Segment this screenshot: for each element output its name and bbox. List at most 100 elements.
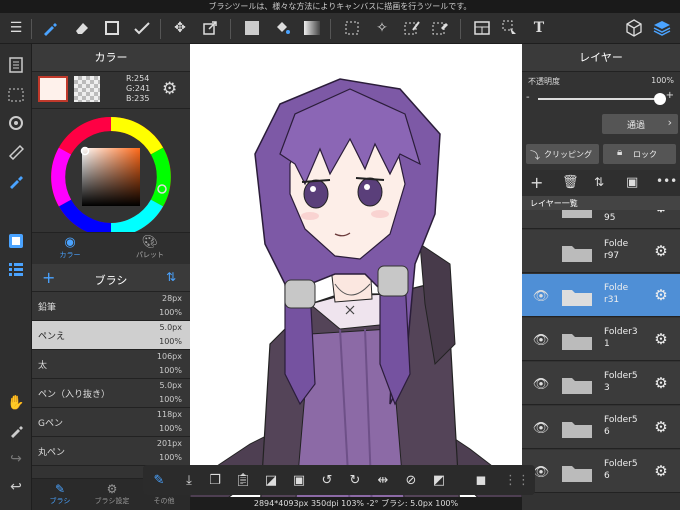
rotate-right-icon[interactable]: ↻	[345, 470, 365, 490]
selection-list-icon[interactable]	[4, 84, 28, 106]
primary-color-swatch[interactable]	[38, 76, 68, 102]
layer-name: Folde r31	[604, 283, 629, 305]
download-icon[interactable]: ⤓	[179, 470, 199, 490]
smartphone-mode-icon[interactable]: ◼	[471, 470, 491, 490]
table-row[interactable]: 👁︎ Folder5 6 ⚙	[522, 406, 680, 449]
table-row[interactable]: 👁︎ Folde r31 ⚙	[522, 274, 680, 317]
color-panel-icon[interactable]	[4, 230, 28, 252]
folder-icon	[562, 246, 592, 262]
bucket-icon[interactable]	[270, 17, 294, 39]
table-row[interactable]: 👁︎ Folder5 3 ⚙	[522, 362, 680, 405]
more-options-icon[interactable]: •••	[656, 174, 677, 188]
reorder-icon[interactable]: ⇅	[594, 175, 604, 189]
clear-icon[interactable]: ◪	[261, 470, 281, 490]
gradient-icon[interactable]	[300, 17, 324, 39]
blend-mode-select[interactable]: 通過 ›	[602, 114, 678, 134]
eyedropper-icon[interactable]	[4, 420, 28, 442]
menu-icon[interactable]: ☰	[4, 17, 28, 39]
brush-size: 5.0px	[159, 323, 182, 332]
move-icon[interactable]: ✥	[168, 17, 192, 39]
selection-icon[interactable]	[340, 17, 364, 39]
rotate-left-icon[interactable]: ↺	[317, 470, 337, 490]
table-row[interactable]: Folde r97 ⚙	[522, 230, 680, 273]
divider	[32, 108, 190, 109]
list-item[interactable]: Gペン 118px 100%	[32, 408, 190, 437]
magic-wand-icon[interactable]: ✧	[370, 17, 394, 39]
page-icon[interactable]	[4, 54, 28, 76]
fill-icon[interactable]: ▣	[289, 470, 309, 490]
ruler-icon[interactable]	[4, 141, 28, 163]
brush-opacity: 100%	[159, 395, 182, 404]
hand-icon[interactable]: ✋	[4, 392, 28, 414]
palette-icon: 🎨︎	[141, 235, 159, 250]
list-item[interactable]: 太 106px 100%	[32, 350, 190, 379]
gear-icon[interactable]: ⚙	[652, 210, 670, 216]
tab-brush-settings[interactable]: ⚙ ブラシ設定	[90, 482, 134, 506]
list-item[interactable]: ペン（入り抜き） 5.0px 100%	[32, 379, 190, 408]
list-item[interactable]: 丸ペン 201px 100%	[32, 437, 190, 466]
fill-color-icon[interactable]	[240, 17, 264, 39]
sort-icon[interactable]: ⇅	[166, 270, 176, 284]
navigator-icon[interactable]	[4, 112, 28, 134]
transform-icon[interactable]	[198, 17, 222, 39]
brush-list-icon[interactable]	[4, 258, 28, 280]
list-item[interactable]: ペンえ 5.0px 100%	[32, 321, 190, 350]
layer-name: 95	[604, 213, 616, 223]
material-icon[interactable]	[622, 17, 646, 39]
opacity-plus-button[interactable]: +	[666, 90, 674, 101]
shape-tool-icon[interactable]	[100, 17, 124, 39]
tab-brush[interactable]: ✎ ブラシ	[40, 482, 80, 506]
eye-icon[interactable]: 👁︎	[532, 287, 550, 305]
opacity-slider[interactable]	[538, 93, 666, 105]
eye-icon[interactable]: 👁︎	[532, 375, 550, 393]
edit-brush-icon[interactable]	[130, 17, 154, 39]
reset-rotation-icon[interactable]: ⊘	[401, 470, 421, 490]
eraser-tool-icon[interactable]	[70, 17, 94, 39]
table-row[interactable]: 👁︎ Folder5 6 ⚙	[522, 450, 680, 493]
select-pen-icon[interactable]	[400, 17, 424, 39]
clipping-button[interactable]: ⤵ クリッピング	[526, 144, 599, 164]
selection-eraser-icon[interactable]: ◩	[429, 470, 449, 490]
table-row[interactable]: 95 ⚙	[522, 210, 680, 229]
gear-icon[interactable]: ⚙	[652, 330, 670, 348]
text-tool-icon[interactable]: T	[527, 17, 551, 39]
drag-handle-icon[interactable]: ⋮⋮	[504, 470, 530, 490]
image-icon[interactable]: ▣	[626, 175, 638, 190]
opacity-slider-knob[interactable]	[654, 93, 666, 105]
tab-color[interactable]: ◉ カラー	[50, 235, 90, 260]
brush-tool-icon[interactable]	[38, 17, 62, 39]
brush-select-icon[interactable]: ✎	[149, 470, 169, 490]
gear-icon[interactable]: ⚙	[652, 374, 670, 392]
copy-icon[interactable]: ❐	[205, 470, 225, 490]
operation-icon[interactable]	[498, 17, 522, 39]
frame-divider-icon[interactable]	[470, 17, 494, 39]
paste-icon[interactable]: 📋︎	[233, 470, 253, 490]
flip-icon[interactable]: ⇹	[373, 470, 393, 490]
brush-name: 鉛筆	[38, 303, 57, 313]
color-wheel[interactable]	[50, 116, 172, 238]
layers-panel-icon[interactable]	[650, 17, 674, 39]
list-item[interactable]: 鉛筆 28px 100%	[32, 292, 190, 321]
gear-icon[interactable]: ⚙	[652, 418, 670, 436]
trash-icon[interactable]: 🗑︎	[562, 175, 579, 190]
redo-icon[interactable]: ↪	[4, 448, 28, 470]
gear-icon[interactable]: ⚙	[652, 242, 670, 260]
color-settings-gear-icon[interactable]: ⚙	[162, 79, 177, 99]
drawing-canvas[interactable]	[190, 44, 522, 510]
gear-icon[interactable]: ⚙	[652, 462, 670, 480]
gear-icon[interactable]: ⚙	[652, 286, 670, 304]
select-eraser-icon[interactable]	[428, 17, 452, 39]
eye-icon[interactable]: 👁︎	[532, 331, 550, 349]
brush-name: ペン（入り抜き）	[38, 390, 111, 400]
secondary-color-swatch[interactable]	[74, 76, 100, 102]
opacity-minus-button[interactable]: -	[526, 92, 530, 103]
brush-name: Gペン	[38, 419, 63, 429]
tab-palette[interactable]: 🎨︎ パレット	[130, 235, 170, 260]
brush-shortcut-icon[interactable]	[4, 170, 28, 192]
lock-button[interactable]: 🔒︎ ロック	[603, 144, 676, 164]
eye-icon[interactable]: 👁︎	[532, 419, 550, 437]
add-layer-icon[interactable]: +	[530, 173, 543, 192]
undo-icon[interactable]: ↩	[4, 476, 28, 498]
table-row[interactable]: 👁︎ Folder3 1 ⚙	[522, 318, 680, 361]
layer-list: 95 ⚙ Folde r97 ⚙ 👁︎ Folde r31 ⚙ 👁︎ Folde…	[522, 210, 680, 510]
